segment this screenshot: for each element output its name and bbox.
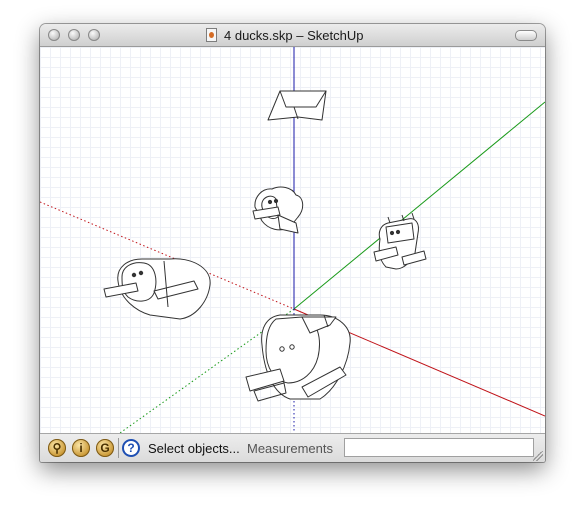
- status-message: Select objects...: [148, 441, 240, 456]
- duck-models: [103, 90, 427, 402]
- minimize-button[interactable]: [68, 29, 80, 41]
- credits-icon[interactable]: i: [72, 439, 90, 457]
- sketchup-window: 4 ducks.skp – SketchUp ⚲ i G ? Select ob…: [40, 24, 545, 462]
- status-bar: ⚲ i G ? Select objects... Measurements: [40, 433, 545, 462]
- model-viewport[interactable]: [40, 47, 545, 433]
- help-icon[interactable]: ?: [122, 439, 140, 457]
- duck-model-middle: [252, 186, 304, 234]
- document-icon: [206, 28, 217, 42]
- close-button[interactable]: [48, 29, 60, 41]
- resize-grip-icon[interactable]: [533, 451, 543, 461]
- duck-model-top: [267, 90, 327, 121]
- measurements-label: Measurements: [247, 441, 333, 456]
- status-divider: [118, 438, 119, 458]
- google-sign-in-icon[interactable]: G: [96, 439, 114, 457]
- duck-model-bottom: [245, 314, 351, 402]
- green-axis-positive: [293, 101, 545, 310]
- geo-location-icon[interactable]: ⚲: [48, 439, 66, 457]
- window-title: 4 ducks.skp – SketchUp: [224, 28, 364, 43]
- title-bar[interactable]: 4 ducks.skp – SketchUp: [40, 24, 545, 47]
- measurements-input[interactable]: [344, 438, 534, 457]
- zoom-button[interactable]: [88, 29, 100, 41]
- model-canvas: [40, 47, 545, 433]
- duck-model-right: [373, 212, 427, 270]
- duck-model-left: [103, 258, 211, 320]
- toolbar-toggle-button[interactable]: [515, 30, 537, 41]
